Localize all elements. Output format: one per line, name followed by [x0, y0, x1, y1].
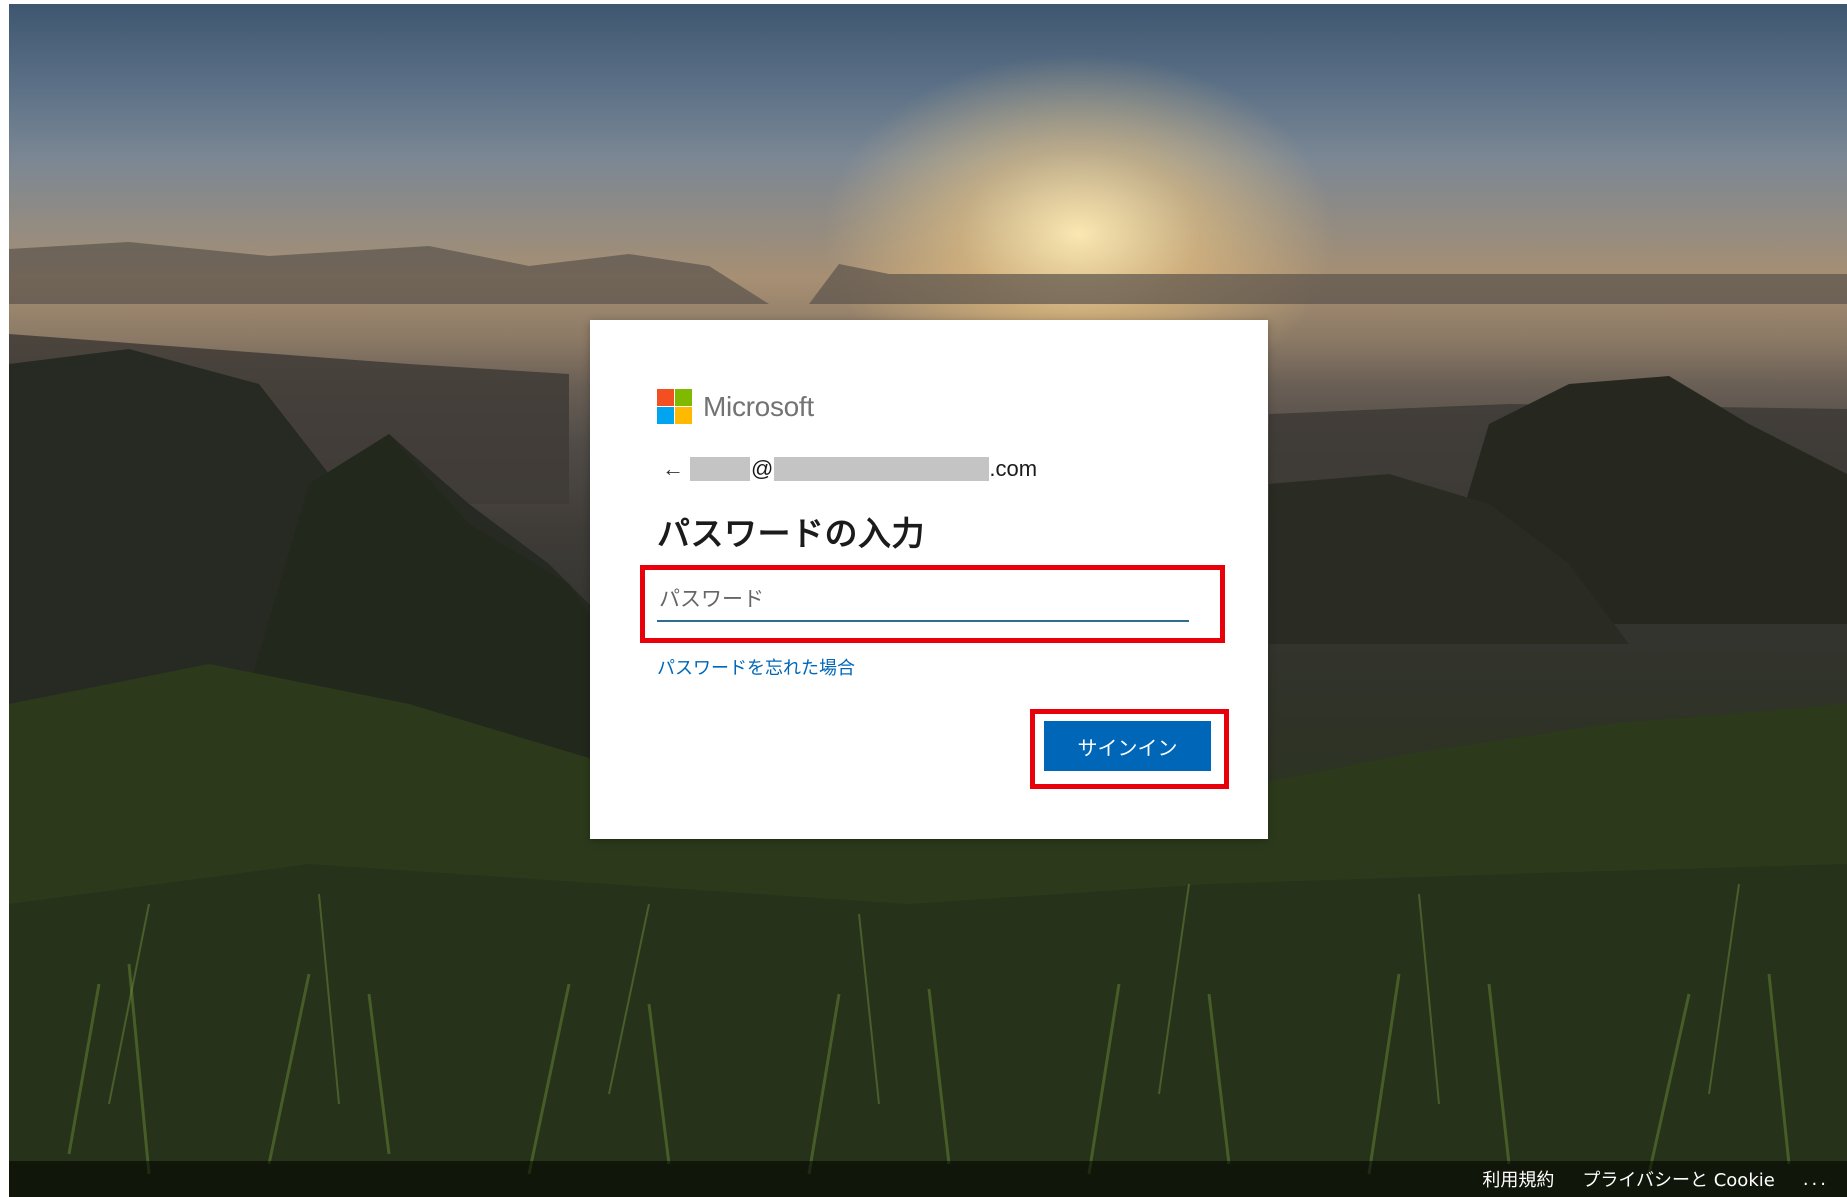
back-arrow-icon[interactable]: ←: [662, 456, 684, 482]
at-sign: @: [751, 456, 774, 481]
more-options-icon[interactable]: ...: [1803, 1169, 1829, 1190]
redacted-domain: [774, 457, 990, 481]
logo-text: Microsoft: [703, 390, 814, 422]
account-identity: ← @ .com: [662, 455, 1037, 483]
redacted-username: [690, 457, 750, 481]
background-viewport: Microsoft ← @ .com パスワードの入力 パスワードを忘れた場合 …: [9, 4, 1847, 1197]
signin-button[interactable]: サインイン: [1044, 721, 1211, 771]
signin-card: Microsoft ← @ .com パスワードの入力 パスワードを忘れた場合 …: [590, 320, 1268, 839]
privacy-cookie-link[interactable]: プライバシーと Cookie: [1582, 1166, 1774, 1192]
page-title: パスワードの入力: [657, 514, 925, 553]
password-input[interactable]: [657, 578, 1189, 622]
forgot-password-link[interactable]: パスワードを忘れた場合: [657, 654, 855, 680]
domain-suffix: .com: [989, 456, 1038, 481]
microsoft-logo: Microsoft: [657, 389, 814, 424]
footer-bar: 利用規約 プライバシーと Cookie ...: [9, 1161, 1847, 1197]
microsoft-logo-icon: [657, 389, 692, 424]
terms-link[interactable]: 利用規約: [1482, 1166, 1554, 1192]
